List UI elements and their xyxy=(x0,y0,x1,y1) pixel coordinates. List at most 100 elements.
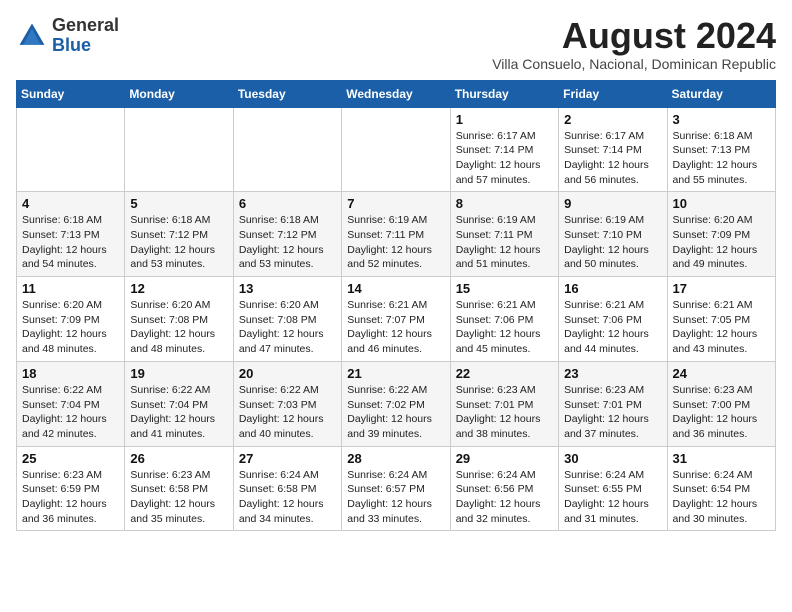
day-number: 18 xyxy=(22,366,119,381)
day-cell: 1Sunrise: 6:17 AM Sunset: 7:14 PM Daylig… xyxy=(450,107,558,192)
day-number: 27 xyxy=(239,451,336,466)
header-day-wednesday: Wednesday xyxy=(342,80,450,107)
day-cell: 5 Sunrise: 6:18 AM Sunset: 7:12 PM Daylig… xyxy=(125,192,233,277)
day-cell: 3 Sunrise: 6:18 AM Sunset: 7:13 PM Daylig… xyxy=(667,107,775,192)
day-info: Sunrise: 6:22 AM Sunset: 7:04 PM Dayligh… xyxy=(130,383,227,442)
day-number: 28 xyxy=(347,451,444,466)
day-info: Sunrise: 6:20 AM Sunset: 7:09 PM Dayligh… xyxy=(22,298,119,357)
day-cell: 14Sunrise: 6:21 AM Sunset: 7:07 PM Dayli… xyxy=(342,277,450,362)
day-info: Sunrise: 6:19 AM Sunset: 7:10 PM Dayligh… xyxy=(564,213,661,272)
day-number: 11 xyxy=(22,281,119,296)
day-cell: 28 Sunrise: 6:24 AM Sunset: 6:57 PM Dayli… xyxy=(342,446,450,531)
day-cell: 21 Sunrise: 6:22 AM Sunset: 7:02 PM Dayli… xyxy=(342,361,450,446)
day-info: Sunrise: 6:17 AM Sunset: 7:14 PM Dayligh… xyxy=(564,129,661,188)
header-day-thursday: Thursday xyxy=(450,80,558,107)
page-header: General Blue August 2024 Villa Consuelo,… xyxy=(16,16,776,72)
day-number: 10 xyxy=(673,196,770,211)
subtitle: Villa Consuelo, Nacional, Dominican Repu… xyxy=(492,56,776,72)
day-cell: 26Sunrise: 6:23 AM Sunset: 6:58 PM Dayli… xyxy=(125,446,233,531)
week-row-4: 18 Sunrise: 6:22 AM Sunset: 7:04 PM Dayli… xyxy=(17,361,776,446)
week-row-2: 4Sunrise: 6:18 AM Sunset: 7:13 PM Daylig… xyxy=(17,192,776,277)
day-number: 2 xyxy=(564,112,661,127)
day-cell: 27 Sunrise: 6:24 AM Sunset: 6:58 PM Dayli… xyxy=(233,446,341,531)
day-number: 1 xyxy=(456,112,553,127)
day-cell: 29 Sunrise: 6:24 AM Sunset: 6:56 PM Dayli… xyxy=(450,446,558,531)
day-info: Sunrise: 6:20 AM Sunset: 7:08 PM Dayligh… xyxy=(130,298,227,357)
day-number: 15 xyxy=(456,281,553,296)
header-row: SundayMondayTuesdayWednesdayThursdayFrid… xyxy=(17,80,776,107)
day-info: Sunrise: 6:24 AM Sunset: 6:54 PM Dayligh… xyxy=(673,468,770,527)
day-cell: 15 Sunrise: 6:21 AM Sunset: 7:06 PM Dayli… xyxy=(450,277,558,362)
day-info: Sunrise: 6:22 AM Sunset: 7:03 PM Dayligh… xyxy=(239,383,336,442)
day-info: Sunrise: 6:21 AM Sunset: 7:07 PM Dayligh… xyxy=(347,298,444,357)
day-number: 19 xyxy=(130,366,227,381)
day-info: Sunrise: 6:18 AM Sunset: 7:13 PM Dayligh… xyxy=(673,129,770,188)
day-cell xyxy=(17,107,125,192)
day-cell: 16 Sunrise: 6:21 AM Sunset: 7:06 PM Dayli… xyxy=(559,277,667,362)
day-number: 8 xyxy=(456,196,553,211)
day-info: Sunrise: 6:24 AM Sunset: 6:56 PM Dayligh… xyxy=(456,468,553,527)
day-cell xyxy=(342,107,450,192)
day-number: 3 xyxy=(673,112,770,127)
day-number: 9 xyxy=(564,196,661,211)
day-number: 23 xyxy=(564,366,661,381)
day-info: Sunrise: 6:23 AM Sunset: 7:00 PM Dayligh… xyxy=(673,383,770,442)
day-cell: 24 Sunrise: 6:23 AM Sunset: 7:00 PM Dayli… xyxy=(667,361,775,446)
day-info: Sunrise: 6:23 AM Sunset: 6:59 PM Dayligh… xyxy=(22,468,119,527)
day-cell: 9 Sunrise: 6:19 AM Sunset: 7:10 PM Daylig… xyxy=(559,192,667,277)
day-cell: 30 Sunrise: 6:24 AM Sunset: 6:55 PM Dayli… xyxy=(559,446,667,531)
day-info: Sunrise: 6:22 AM Sunset: 7:04 PM Dayligh… xyxy=(22,383,119,442)
day-cell xyxy=(125,107,233,192)
day-info: Sunrise: 6:24 AM Sunset: 6:58 PM Dayligh… xyxy=(239,468,336,527)
day-cell: 10 Sunrise: 6:20 AM Sunset: 7:09 PM Dayli… xyxy=(667,192,775,277)
day-number: 17 xyxy=(673,281,770,296)
day-info: Sunrise: 6:23 AM Sunset: 7:01 PM Dayligh… xyxy=(456,383,553,442)
main-title: August 2024 xyxy=(492,16,776,56)
day-cell: 17Sunrise: 6:21 AM Sunset: 7:05 PM Dayli… xyxy=(667,277,775,362)
day-number: 30 xyxy=(564,451,661,466)
day-cell: 6Sunrise: 6:18 AM Sunset: 7:12 PM Daylig… xyxy=(233,192,341,277)
day-info: Sunrise: 6:20 AM Sunset: 7:08 PM Dayligh… xyxy=(239,298,336,357)
day-number: 13 xyxy=(239,281,336,296)
day-number: 22 xyxy=(456,366,553,381)
day-cell: 8Sunrise: 6:19 AM Sunset: 7:11 PM Daylig… xyxy=(450,192,558,277)
logo-icon xyxy=(16,20,48,52)
day-cell: 25 Sunrise: 6:23 AM Sunset: 6:59 PM Dayli… xyxy=(17,446,125,531)
day-cell: 19 Sunrise: 6:22 AM Sunset: 7:04 PM Dayli… xyxy=(125,361,233,446)
day-cell xyxy=(233,107,341,192)
header-day-friday: Friday xyxy=(559,80,667,107)
day-cell: 11 Sunrise: 6:20 AM Sunset: 7:09 PM Dayli… xyxy=(17,277,125,362)
header-day-saturday: Saturday xyxy=(667,80,775,107)
week-row-5: 25 Sunrise: 6:23 AM Sunset: 6:59 PM Dayli… xyxy=(17,446,776,531)
day-number: 24 xyxy=(673,366,770,381)
day-info: Sunrise: 6:24 AM Sunset: 6:57 PM Dayligh… xyxy=(347,468,444,527)
day-cell: 12 Sunrise: 6:20 AM Sunset: 7:08 PM Dayli… xyxy=(125,277,233,362)
header-day-sunday: Sunday xyxy=(17,80,125,107)
day-number: 16 xyxy=(564,281,661,296)
day-info: Sunrise: 6:24 AM Sunset: 6:55 PM Dayligh… xyxy=(564,468,661,527)
day-info: Sunrise: 6:19 AM Sunset: 7:11 PM Dayligh… xyxy=(347,213,444,272)
day-info: Sunrise: 6:22 AM Sunset: 7:02 PM Dayligh… xyxy=(347,383,444,442)
day-info: Sunrise: 6:20 AM Sunset: 7:09 PM Dayligh… xyxy=(673,213,770,272)
day-info: Sunrise: 6:23 AM Sunset: 7:01 PM Dayligh… xyxy=(564,383,661,442)
day-number: 29 xyxy=(456,451,553,466)
title-section: August 2024 Villa Consuelo, Nacional, Do… xyxy=(492,16,776,72)
day-cell: 4Sunrise: 6:18 AM Sunset: 7:13 PM Daylig… xyxy=(17,192,125,277)
logo-text: General Blue xyxy=(52,16,119,56)
day-number: 25 xyxy=(22,451,119,466)
logo-blue: Blue xyxy=(52,35,91,55)
logo-general: General xyxy=(52,15,119,35)
day-info: Sunrise: 6:21 AM Sunset: 7:06 PM Dayligh… xyxy=(564,298,661,357)
day-info: Sunrise: 6:18 AM Sunset: 7:12 PM Dayligh… xyxy=(130,213,227,272)
day-cell: 22 Sunrise: 6:23 AM Sunset: 7:01 PM Dayli… xyxy=(450,361,558,446)
day-number: 4 xyxy=(22,196,119,211)
day-number: 6 xyxy=(239,196,336,211)
day-number: 12 xyxy=(130,281,227,296)
day-number: 21 xyxy=(347,366,444,381)
logo: General Blue xyxy=(16,16,119,56)
day-number: 26 xyxy=(130,451,227,466)
day-number: 5 xyxy=(130,196,227,211)
header-day-monday: Monday xyxy=(125,80,233,107)
calendar-table: SundayMondayTuesdayWednesdayThursdayFrid… xyxy=(16,80,776,532)
day-info: Sunrise: 6:21 AM Sunset: 7:06 PM Dayligh… xyxy=(456,298,553,357)
